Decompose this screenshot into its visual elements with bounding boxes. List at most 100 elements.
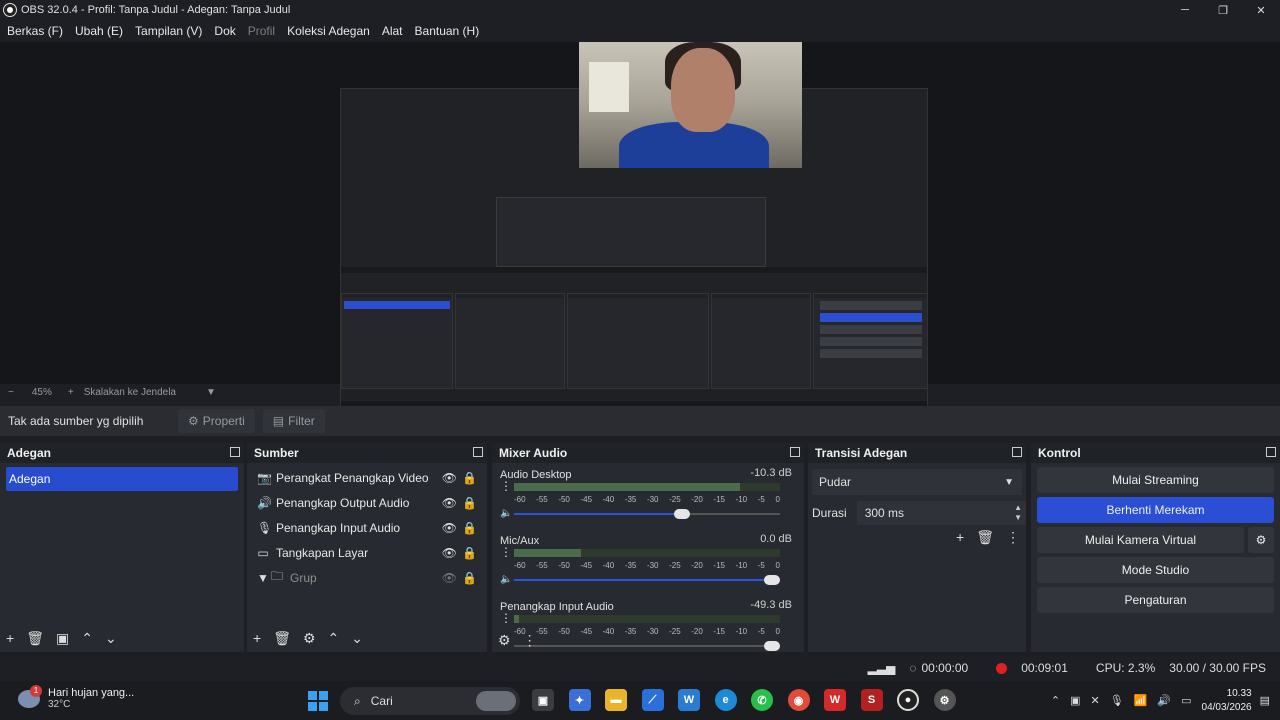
obs-icon[interactable]: ● [897,689,919,711]
source-item[interactable]: 🎙 Penangkap Input Audio 👁 🔒 [247,515,487,540]
duration-field[interactable]: 300 ms ▲ ▼ [856,501,1026,525]
source-group-item[interactable]: ▼ 🗀 Grup 👁 🔒 [247,565,487,590]
move-up-icon[interactable]: ⌃ [328,630,340,647]
slider-knob[interactable] [764,575,780,585]
channel-menu-icon[interactable]: ⋮ [500,611,512,625]
transition-menu-icon[interactable]: ⋮ [1006,529,1020,546]
lock-icon[interactable]: 🔒 [462,571,477,585]
tray-app2-icon[interactable]: ✕ [1091,694,1100,707]
channel-menu-icon[interactable]: ⋮ [500,479,512,493]
mixer-menu-icon[interactable]: ⋮ [523,632,537,649]
edge-icon[interactable]: e [714,689,737,711]
source-item[interactable]: 📷 Perangkat Penangkap Video 👁 🔒 [247,465,487,490]
maximize-button[interactable]: ❐ [1204,0,1242,20]
gear-icon[interactable]: ⚙ [1248,527,1274,553]
volume-slider[interactable] [514,509,780,519]
scene-filter-icon[interactable]: ▣ [56,630,69,647]
scale-mode-dropdown-icon[interactable]: ▼ [206,387,216,398]
lock-icon[interactable]: 🔒 [462,496,477,510]
clock[interactable]: 10.33 04/03/2026 [1202,687,1252,715]
menu-bantuan[interactable]: Bantuan (H) [415,24,480,38]
chevron-up-icon[interactable]: ⌃ [1051,694,1060,707]
wps-icon[interactable]: W [824,689,846,711]
menu-profil[interactable]: Profil [248,24,275,38]
menu-koleksi-adegan[interactable]: Koleksi Adegan [287,24,370,38]
undock-icon[interactable] [230,447,240,457]
eye-icon[interactable]: 👁 [442,546,457,560]
filter-button[interactable]: ▤ Filter [262,409,325,433]
expand-icon[interactable]: ▼ [257,571,269,585]
source-item[interactable]: ▭ Tangkapan Layar 👁 🔒 [247,540,487,565]
channel-menu-icon[interactable]: ⋮ [500,545,512,559]
preview-area[interactable] [0,42,1280,420]
slider-knob[interactable] [673,509,690,519]
webcam-source[interactable] [579,42,802,168]
transition-select[interactable]: Pudar ▼ [812,469,1022,495]
word-icon[interactable]: W [678,689,700,711]
stop-recording-button[interactable]: Berhenti Merekam [1037,497,1274,523]
eye-icon[interactable]: 👁 [442,471,457,485]
eye-hidden-icon[interactable]: 👁 [442,571,457,585]
file-explorer-icon[interactable]: ▬ [605,689,627,711]
properties-button[interactable]: ⚙ Properti [178,409,255,433]
menu-alat[interactable]: Alat [382,24,403,38]
move-up-icon[interactable]: ⌃ [81,630,93,647]
add-scene-icon[interactable]: + [6,630,14,646]
remove-scene-icon[interactable]: 🗑 [26,630,44,647]
lock-icon[interactable]: 🔒 [462,471,477,485]
wifi-icon[interactable]: 📶 [1134,694,1148,707]
add-transition-icon[interactable]: + [956,529,964,546]
settings-app-icon[interactable]: ⚙ [933,689,956,711]
lock-icon[interactable]: 🔒 [462,521,477,535]
remove-source-icon[interactable]: 🗑 [273,630,291,647]
zoom-out-button[interactable]: − [8,387,14,398]
studio-mode-button[interactable]: Mode Studio [1037,557,1274,583]
volume-slider[interactable] [514,575,780,585]
undock-icon[interactable] [1266,447,1276,457]
lock-icon[interactable]: 🔒 [462,546,477,560]
copilot-icon[interactable]: ✦ [568,689,591,711]
remove-transition-icon[interactable]: 🗑 [976,529,994,546]
speaker-muted-icon[interactable]: 🔈 [500,508,512,519]
settings-button[interactable]: Pengaturan [1037,587,1274,613]
zoom-in-button[interactable]: + [68,387,74,398]
spinner-icon[interactable]: ▲ ▼ [1014,503,1022,523]
task-view-icon[interactable]: ▣ [532,689,554,711]
weather-widget[interactable]: 1 Hari hujan yang... 32°C [18,684,134,710]
scene-item[interactable]: Adegan [6,467,238,491]
volume-slider[interactable] [514,641,780,651]
chrome-icon[interactable]: ◉ [787,689,810,711]
vscode-icon[interactable]: ⟋ [641,689,664,711]
tray-app-icon[interactable]: ▣ [1070,694,1080,707]
eye-icon[interactable]: 👁 [442,521,457,535]
menu-berkas[interactable]: Berkas (F) [7,24,63,38]
scale-mode-select[interactable]: Skalakan ke Jendela [84,387,176,398]
battery-icon[interactable]: ▭ [1181,694,1191,707]
menu-ubah[interactable]: Ubah (E) [75,24,123,38]
sw-app-icon[interactable]: S [860,689,883,711]
windows-start-icon[interactable] [308,691,328,711]
undock-icon[interactable] [790,447,800,457]
eye-icon[interactable]: 👁 [442,496,457,510]
move-down-icon[interactable]: ⌄ [105,630,117,647]
source-settings-icon[interactable]: ⚙ [303,630,316,647]
undock-icon[interactable] [1012,447,1022,457]
speaker-muted-icon[interactable]: 🔈 [500,574,512,585]
start-streaming-button[interactable]: Mulai Streaming [1037,467,1274,493]
taskbar-search[interactable]: ⌕ Cari [340,687,520,715]
menu-dok[interactable]: Dok [214,24,235,38]
volume-icon[interactable]: 🔊 [1157,694,1171,707]
notification-icon[interactable]: ▤ [1260,694,1270,707]
move-down-icon[interactable]: ⌄ [351,630,363,647]
mixer-advanced-icon[interactable]: ⚙ [498,632,511,649]
microphone-icon[interactable]: 🎙 [1110,694,1124,707]
close-button[interactable]: ✕ [1242,0,1280,20]
source-item[interactable]: 🔊 Penangkap Output Audio 👁 🔒 [247,490,487,515]
slider-knob[interactable] [764,641,780,651]
virtual-camera-button[interactable]: Mulai Kamera Virtual [1037,527,1244,553]
add-source-icon[interactable]: + [253,630,261,646]
minimize-button[interactable]: ─ [1166,0,1204,20]
menu-tampilan[interactable]: Tampilan (V) [135,24,202,38]
undock-icon[interactable] [473,447,483,457]
whatsapp-icon[interactable]: ✆ [751,689,773,711]
